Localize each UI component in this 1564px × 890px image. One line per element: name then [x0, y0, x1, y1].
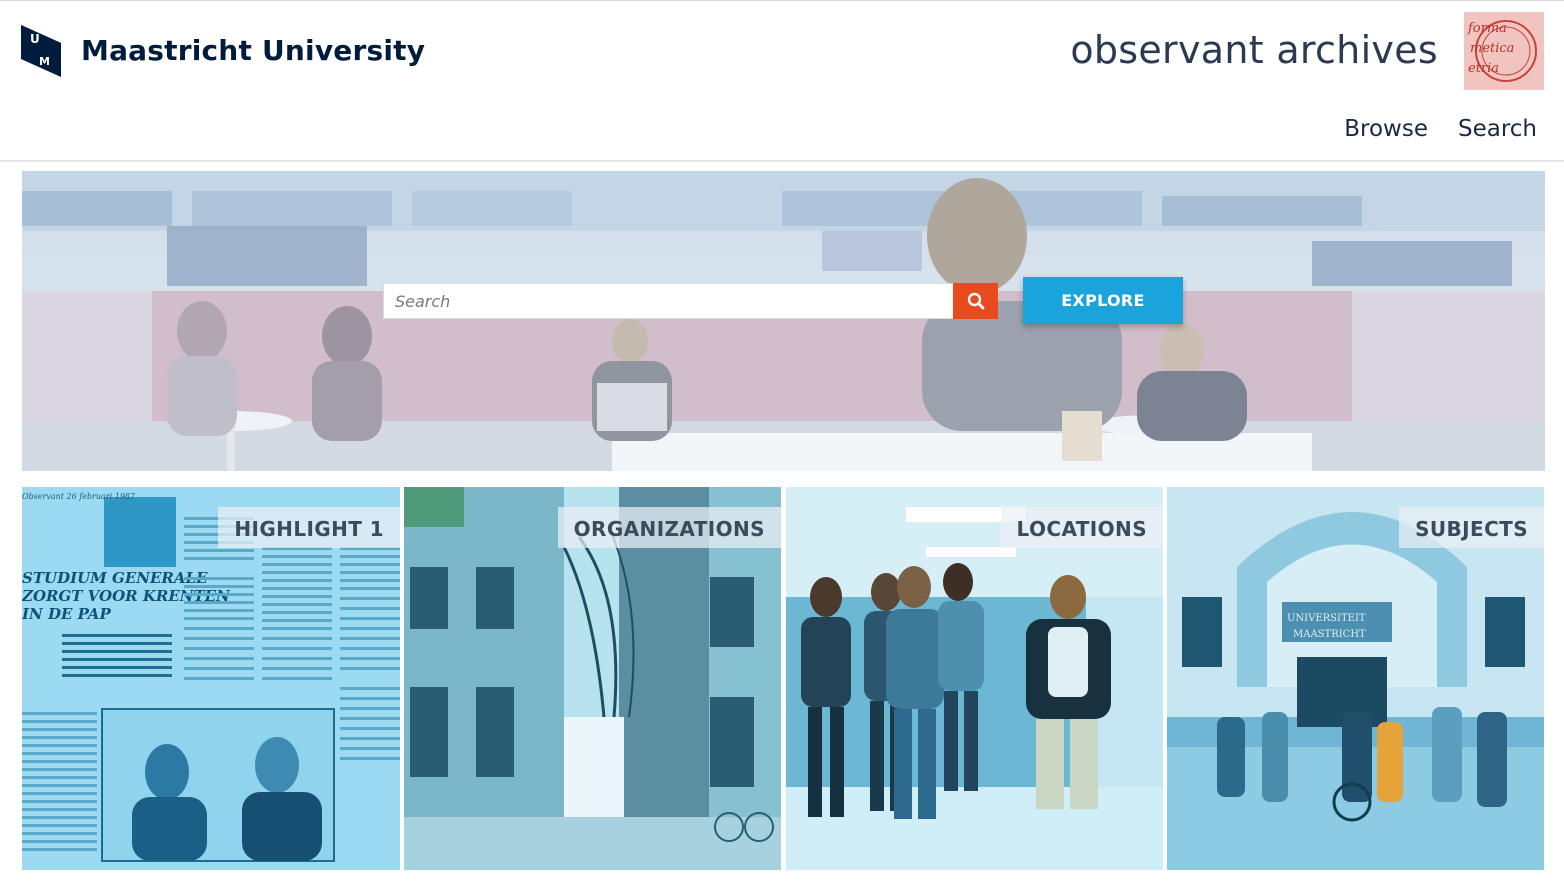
svg-text:UNIVERSITEIT: UNIVERSITEIT: [1287, 613, 1366, 624]
svg-text:IN DE PAP: IN DE PAP: [22, 605, 111, 623]
main-nav: Browse Search: [1344, 116, 1537, 142]
tile-highlight-1[interactable]: Observant 26 februari 1987 STUDIUM GENER…: [22, 487, 400, 870]
nav-search-link[interactable]: Search: [1458, 116, 1537, 142]
tile-locations[interactable]: LOCATIONS: [786, 487, 1163, 870]
svg-text:MAASTRICHT: MAASTRICHT: [1293, 629, 1366, 640]
header-divider: [0, 160, 1564, 162]
svg-text:etria: etria: [1468, 61, 1499, 76]
site-title[interactable]: observant archives: [1070, 28, 1438, 72]
hero-background-image: [22, 171, 1545, 471]
nav-browse-link[interactable]: Browse: [1344, 116, 1428, 142]
hero-search: [383, 283, 998, 319]
svg-text:M: M: [39, 55, 50, 68]
tile-label: SUBJECTS: [1399, 507, 1544, 548]
tile-organizations[interactable]: ORGANIZATIONS: [404, 487, 781, 870]
explore-button[interactable]: EXPLORE: [1023, 277, 1183, 324]
svg-text:STUDIUM GENERALE: STUDIUM GENERALE: [22, 569, 208, 587]
brand[interactable]: U M Maastricht University: [21, 25, 425, 77]
um-logo-icon: U M: [21, 25, 61, 77]
search-icon: [967, 292, 984, 310]
tile-label: HIGHLIGHT 1: [218, 507, 400, 548]
hero-banner: [22, 171, 1545, 471]
archive-stamp-icon[interactable]: forma metica etria: [1464, 12, 1544, 90]
tile-label: LOCATIONS: [1000, 507, 1163, 548]
search-button[interactable]: [953, 283, 998, 319]
svg-text:forma: forma: [1467, 21, 1507, 36]
tile-label: ORGANIZATIONS: [557, 507, 781, 548]
svg-text:U: U: [30, 32, 40, 46]
brand-name: Maastricht University: [81, 34, 426, 67]
tile-subjects[interactable]: UNIVERSITEIT MAASTRICHT SUBJECTS: [1167, 487, 1544, 870]
top-border: [0, 0, 1564, 1]
svg-text:metica: metica: [1470, 41, 1514, 56]
search-input[interactable]: [383, 283, 953, 319]
svg-text:Observant 26 februari 1987: Observant 26 februari 1987: [22, 492, 136, 501]
